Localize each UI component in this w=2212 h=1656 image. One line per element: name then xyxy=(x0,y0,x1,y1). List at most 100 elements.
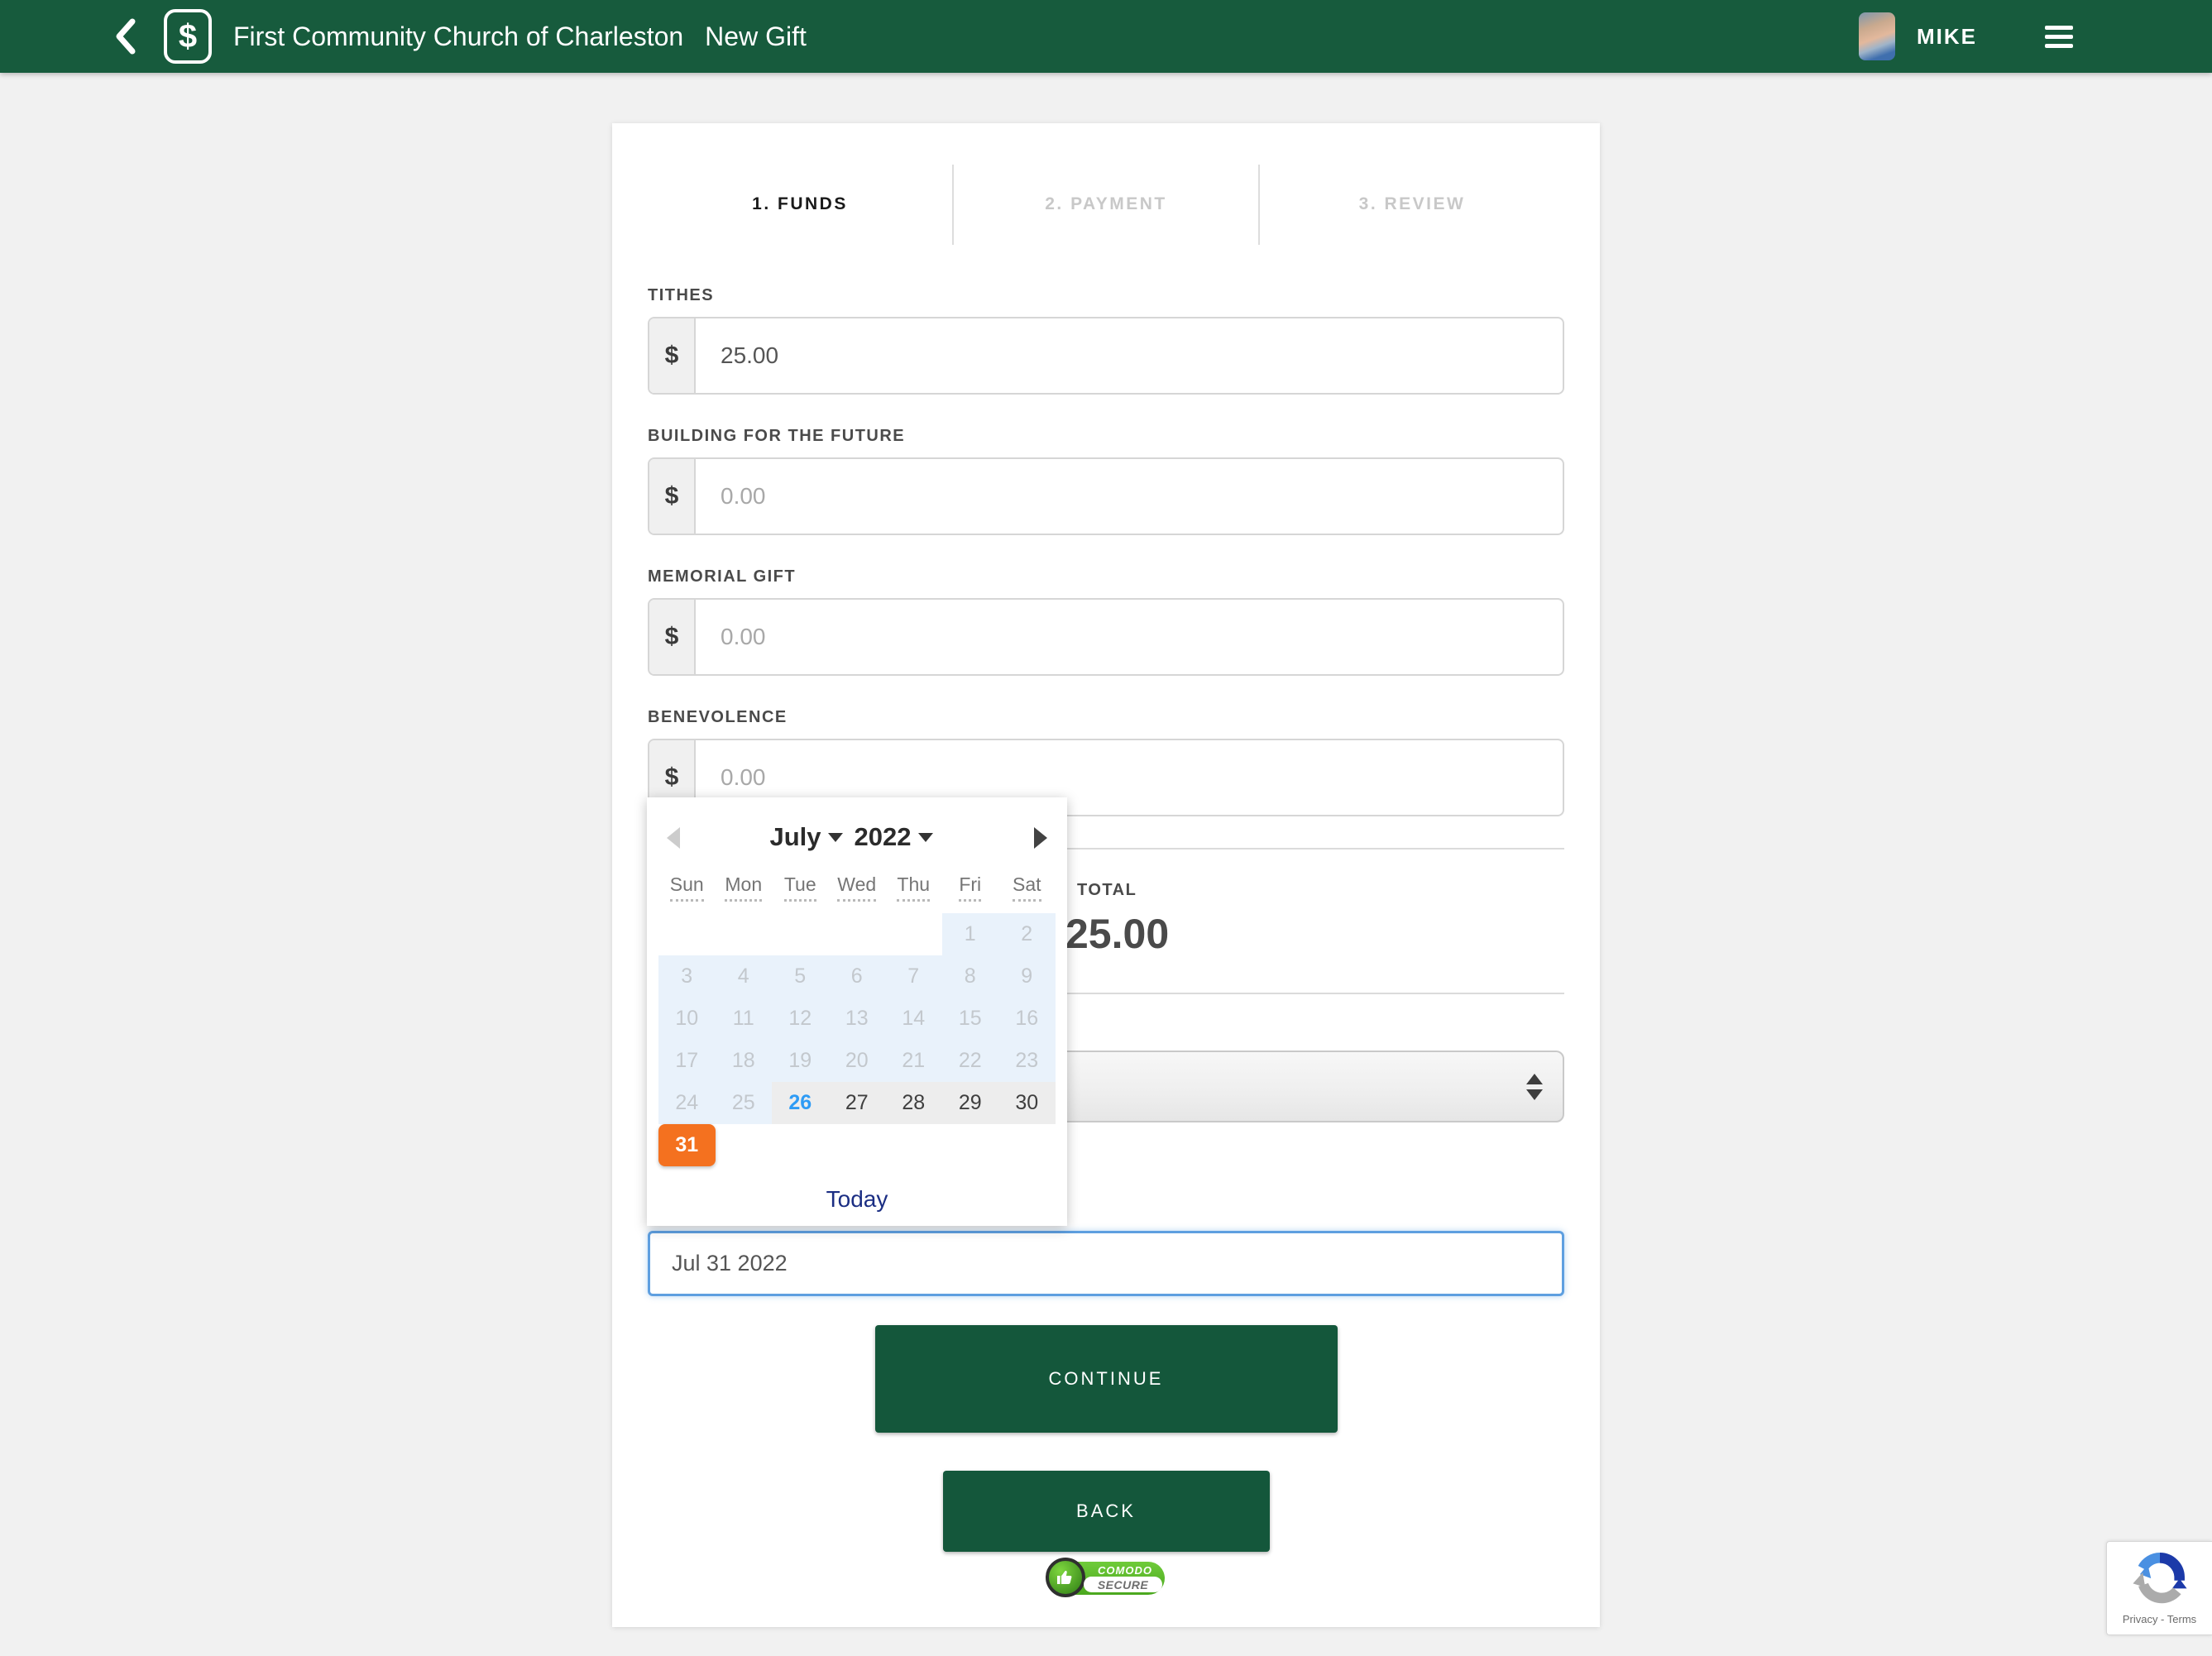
calendar-day-23: 23 xyxy=(998,1040,1056,1082)
calendar-empty-cell xyxy=(829,913,886,955)
fund-field-tithes: TITHES $ xyxy=(648,285,1564,395)
fund-label: TITHES xyxy=(648,285,1564,305)
fund-field-building: BUILDING FOR THE FUTURE $ xyxy=(648,426,1564,535)
calendar-day-22: 22 xyxy=(942,1040,999,1082)
gift-form-card: 1. FUNDS 2. PAYMENT 3. REVIEW TITHES $ B… xyxy=(612,123,1600,1627)
org-name: First Community Church of Charleston xyxy=(233,22,683,51)
currency-prefix: $ xyxy=(649,459,696,534)
memorial-amount-input[interactable] xyxy=(696,600,1563,674)
calendar-day-9: 9 xyxy=(998,955,1056,998)
comodo-secure-badge: COMODO SECURE xyxy=(1047,1562,1165,1595)
calendar-next-month-icon[interactable] xyxy=(1034,827,1047,849)
step-tabs: 1. FUNDS 2. PAYMENT 3. REVIEW xyxy=(648,123,1564,285)
calendar-day-26[interactable]: 26 xyxy=(772,1082,829,1124)
calendar-day-3: 3 xyxy=(658,955,716,998)
calendar-day-2: 2 xyxy=(998,913,1056,955)
calendar-day-20: 20 xyxy=(829,1040,886,1082)
calendar-year-select[interactable]: 2022 xyxy=(855,822,912,851)
calendar-empty-cell xyxy=(829,1124,886,1166)
recaptcha-icon xyxy=(2129,1547,2190,1608)
continue-button[interactable]: CONTINUE xyxy=(875,1325,1338,1433)
app-header: $ First Community Church of Charleston Ne… xyxy=(0,0,2212,73)
calendar-day-28[interactable]: 28 xyxy=(885,1082,942,1124)
calendar-empty-cell xyxy=(716,1124,773,1166)
thumbs-up-icon xyxy=(1046,1558,1085,1597)
gift-date-input[interactable] xyxy=(648,1231,1564,1296)
calendar-day-12: 12 xyxy=(772,998,829,1040)
calendar-empty-cell xyxy=(716,913,773,955)
calendar-day-5: 5 xyxy=(772,955,829,998)
recaptcha-badge: Privacy - Terms xyxy=(2106,1541,2212,1635)
calendar-day-1: 1 xyxy=(942,913,999,955)
calendar-empty-cell xyxy=(998,1124,1056,1166)
tab-review[interactable]: 3. REVIEW xyxy=(1260,194,1564,214)
year-caret-icon xyxy=(918,833,933,842)
avatar[interactable] xyxy=(1859,12,1895,60)
calendar-empty-cell xyxy=(885,1124,942,1166)
back-button[interactable]: BACK xyxy=(943,1471,1270,1552)
fund-label: MEMORIAL GIFT xyxy=(648,567,1564,586)
fund-label: BUILDING FOR THE FUTURE xyxy=(648,426,1564,446)
calendar-day-11: 11 xyxy=(716,998,773,1040)
calendar-day-16: 16 xyxy=(998,998,1056,1040)
calendar-day-29[interactable]: 29 xyxy=(942,1082,999,1124)
calendar-day-27[interactable]: 27 xyxy=(829,1082,886,1124)
calendar-day-8: 8 xyxy=(942,955,999,998)
page-name: New Gift xyxy=(705,22,807,51)
day-name-mon: Mon xyxy=(716,873,773,902)
calendar-grid: 1234567891011121314151617181920212223242… xyxy=(658,913,1067,1166)
fund-label: BENEVOLENCE xyxy=(648,707,1564,727)
calendar-empty-cell xyxy=(772,1124,829,1166)
calendar-month-select[interactable]: July xyxy=(770,822,821,851)
comodo-label: COMODO xyxy=(1090,1564,1160,1577)
day-name-tue: Tue xyxy=(772,873,829,902)
tithes-amount-input[interactable] xyxy=(696,318,1563,393)
fund-field-memorial: MEMORIAL GIFT $ xyxy=(648,567,1564,676)
building-amount-input[interactable] xyxy=(696,459,1563,534)
user-name: MIKE xyxy=(1917,24,1977,50)
calendar-day-30[interactable]: 30 xyxy=(998,1082,1056,1124)
privacy-terms-link[interactable]: Privacy - Terms xyxy=(2107,1613,2212,1625)
day-name-sun: Sun xyxy=(658,873,716,902)
calendar-title: July 2022 xyxy=(647,822,1067,852)
calendar-day-6: 6 xyxy=(829,955,886,998)
back-icon[interactable] xyxy=(114,18,136,55)
calendar-day-19: 19 xyxy=(772,1040,829,1082)
calendar-day-4: 4 xyxy=(716,955,773,998)
calendar-prev-month-icon xyxy=(667,827,680,849)
giving-app-logo-icon: $ xyxy=(164,9,212,64)
calendar-day-14: 14 xyxy=(885,998,942,1040)
calendar-day-names: SunMonTueWedThuFriSat xyxy=(658,873,1067,902)
calendar-day-18: 18 xyxy=(716,1040,773,1082)
calendar-empty-cell xyxy=(942,1124,999,1166)
month-caret-icon xyxy=(828,833,843,842)
day-name-sat: Sat xyxy=(998,873,1056,902)
tab-funds[interactable]: 1. FUNDS xyxy=(648,194,952,214)
day-name-wed: Wed xyxy=(829,873,886,902)
secure-label: SECURE xyxy=(1098,1578,1148,1591)
calendar-day-13: 13 xyxy=(829,998,886,1040)
menu-icon[interactable] xyxy=(2045,21,2073,53)
page-title: First Community Church of Charleston New … xyxy=(233,22,807,52)
calendar-today-link[interactable]: Today xyxy=(647,1186,1067,1213)
currency-prefix: $ xyxy=(649,600,696,674)
currency-prefix: $ xyxy=(649,318,696,393)
calendar-day-17: 17 xyxy=(658,1040,716,1082)
day-name-fri: Fri xyxy=(942,873,999,902)
calendar-day-31[interactable]: 31 xyxy=(658,1124,716,1166)
calendar-day-24: 24 xyxy=(658,1082,716,1124)
calendar-empty-cell xyxy=(658,913,716,955)
calendar-day-10: 10 xyxy=(658,998,716,1040)
total-section: TOTAL 25.00 xyxy=(1065,880,1564,956)
calendar-day-15: 15 xyxy=(942,998,999,1040)
total-label: TOTAL xyxy=(1065,880,1564,900)
calendar-day-7: 7 xyxy=(885,955,942,998)
tab-payment[interactable]: 2. PAYMENT xyxy=(954,194,1258,214)
total-value: 25.00 xyxy=(1065,912,1564,956)
day-name-thu: Thu xyxy=(885,873,942,902)
calendar-day-21: 21 xyxy=(885,1040,942,1082)
calendar-empty-cell xyxy=(885,913,942,955)
calendar-day-25: 25 xyxy=(716,1082,773,1124)
date-picker-popup: July2022 SunMonTueWedThuFriSat 123456789… xyxy=(647,797,1067,1226)
calendar-empty-cell xyxy=(772,913,829,955)
